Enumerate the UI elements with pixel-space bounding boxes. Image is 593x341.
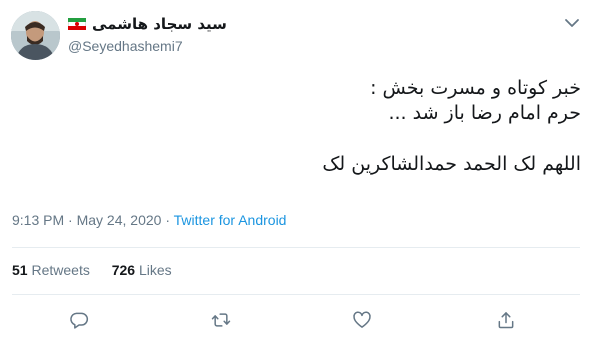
tweet-stats: 51 Retweets 726 Likes [12,262,190,278]
tweet-date[interactable]: May 24, 2020 [77,212,162,228]
avatar-image [11,11,60,60]
retweets-label: Retweets [31,262,90,278]
divider [12,294,580,295]
share-icon[interactable] [494,308,518,332]
tweet-line: اللهم لک الحمد حمدالشاکرین لک [322,153,581,175]
user-handle[interactable]: @Seyedhashemi7 [68,38,227,54]
tweet-card: سید سجاد هاشمی @Seyedhashemi7 خبر کوتاه … [0,0,593,341]
likes-label: Likes [138,262,172,278]
user-header: سید سجاد هاشمی @Seyedhashemi7 [68,14,227,54]
display-name[interactable]: سید سجاد هاشمی [92,15,227,33]
retweet-icon[interactable] [209,308,233,332]
meta-separator: · [161,212,174,228]
tweet-time[interactable]: 9:13 PM [12,212,64,228]
tweet-meta: 9:13 PM · May 24, 2020 · Twitter for And… [12,212,286,228]
iran-flag-icon [68,18,86,30]
avatar[interactable] [11,11,60,60]
like-icon[interactable] [350,308,374,332]
chevron-down-icon[interactable] [564,16,580,28]
retweets-stat[interactable]: 51 Retweets [12,262,90,278]
reply-icon[interactable] [67,308,91,332]
tweet-text: خبر کوتاه و مسرت بخش : حرم امام رضا باز … [21,76,581,177]
tweet-line: خبر کوتاه و مسرت بخش : [370,77,581,99]
tweet-actions [0,308,593,332]
likes-count: 726 [111,262,136,278]
tweet-line: حرم امام رضا باز شد ... [388,102,581,124]
divider [12,247,580,248]
likes-stat[interactable]: 726 Likes [112,262,172,278]
tweet-source-link[interactable]: Twitter for Android [174,212,287,228]
retweets-count: 51 [12,262,28,278]
meta-separator: · [64,212,77,228]
